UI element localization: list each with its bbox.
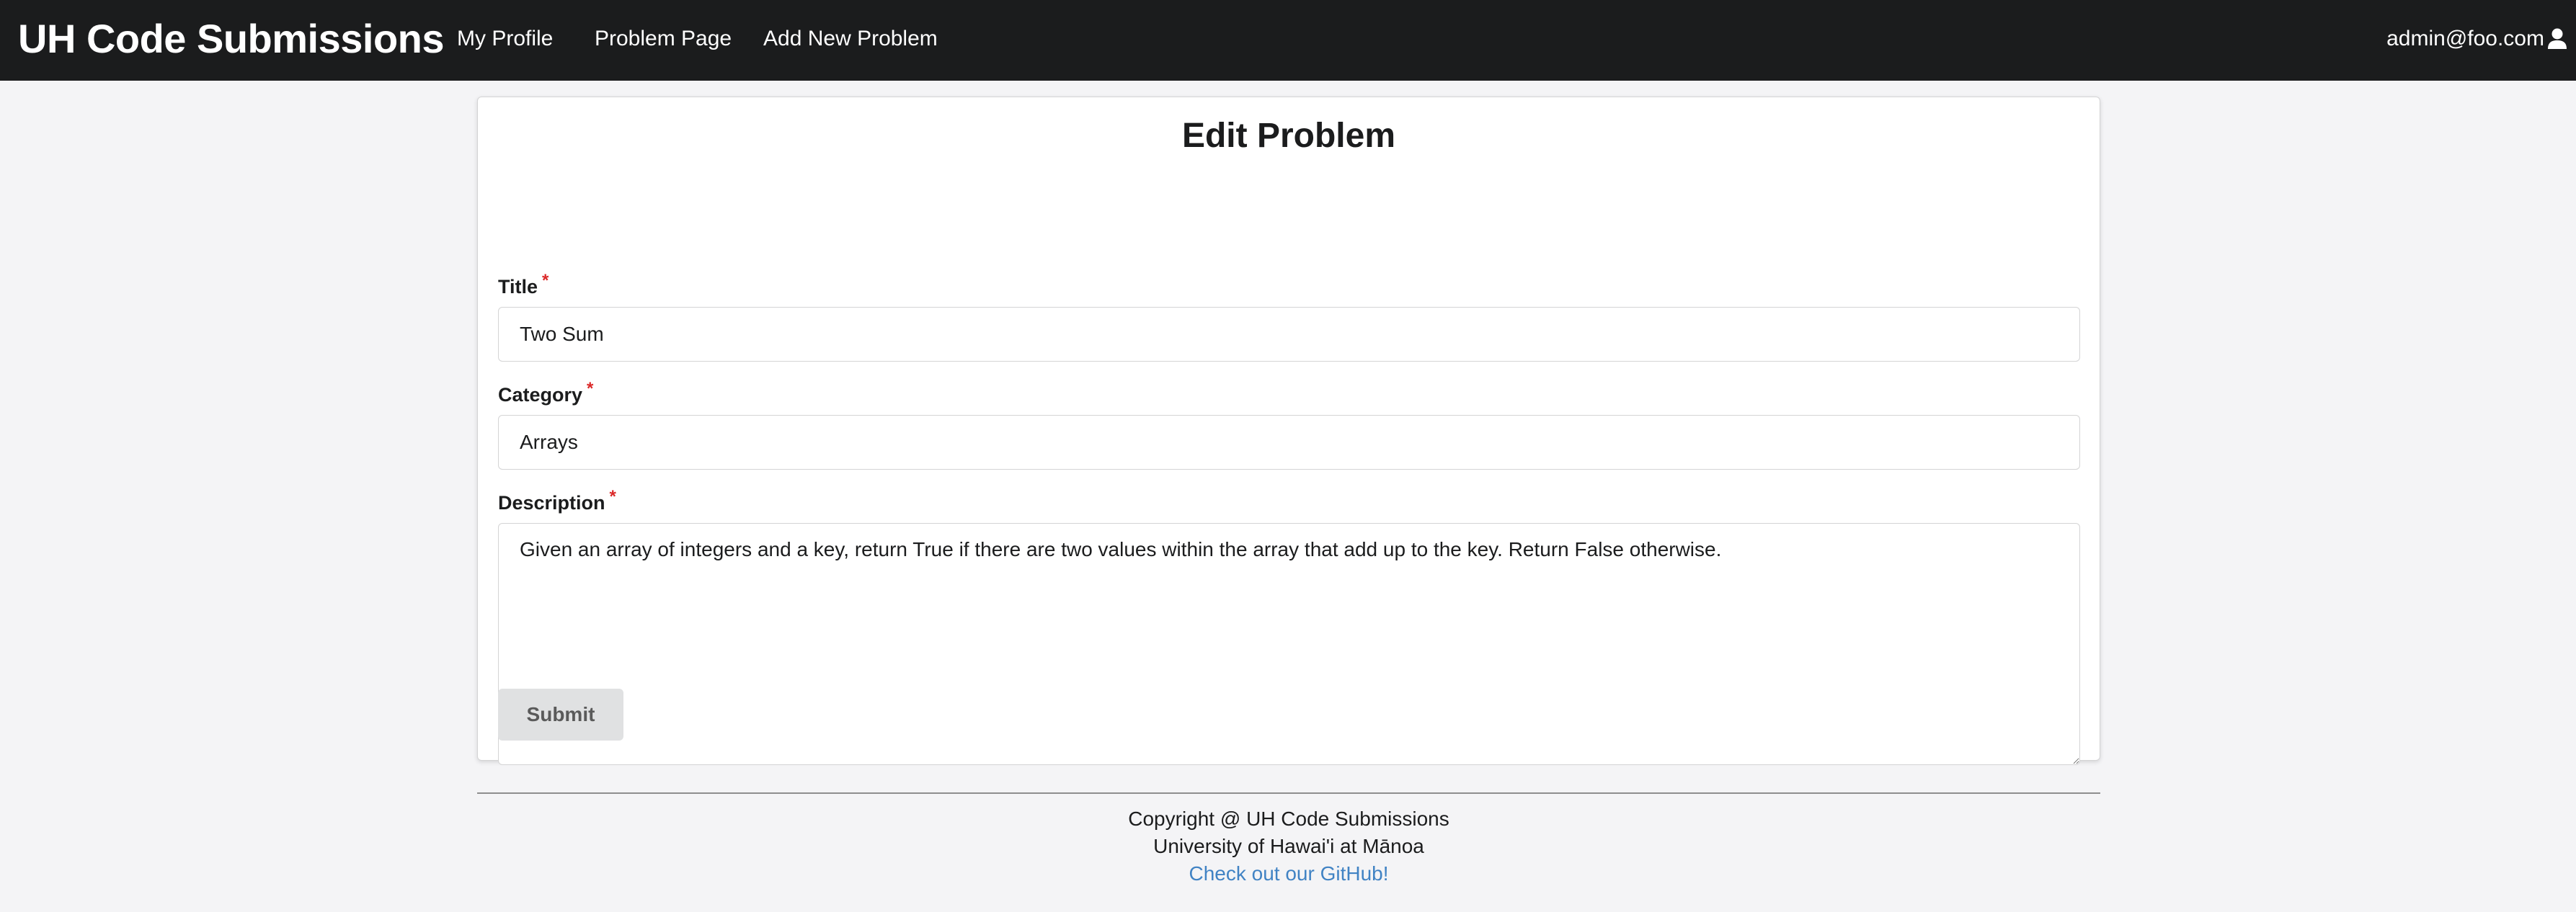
footer-divider	[477, 792, 2100, 794]
title-label-text: Title	[498, 276, 538, 298]
footer-copyright: Copyright @ UH Code Submissions	[1128, 808, 1449, 830]
category-label-text: Category	[498, 384, 583, 406]
page-title: Edit Problem	[1181, 117, 1396, 155]
user-menu[interactable]: admin@foo.com	[2386, 24, 2567, 53]
edit-problem-card: Edit Problem Title* Category* Descriptio…	[477, 97, 2100, 765]
nav-problem-page[interactable]: Problem Page	[595, 24, 732, 53]
user-email: admin@foo.com	[2386, 27, 2544, 50]
submit-button[interactable]: Submit	[498, 689, 623, 741]
brand-title[interactable]: UH Code Submissions	[18, 13, 445, 65]
user-icon	[2547, 28, 2567, 50]
github-link[interactable]: Check out our GitHub!	[477, 861, 2100, 887]
category-input[interactable]	[498, 415, 2080, 470]
nav-my-profile[interactable]: My Profile	[457, 24, 553, 53]
required-marker: *	[587, 379, 594, 398]
title-input[interactable]	[498, 307, 2080, 362]
required-marker: *	[542, 271, 549, 290]
description-label-text: Description	[498, 492, 605, 514]
nav-add-new-problem[interactable]: Add New Problem	[763, 24, 938, 53]
category-label: Category *	[498, 379, 593, 408]
description-textarea[interactable]: Given an array of integers and a key, re…	[498, 523, 2080, 765]
description-label: Description *	[498, 487, 616, 517]
title-label: Title *	[498, 271, 549, 300]
top-navbar: UH Code Submissions My Profile Problem P…	[0, 0, 2576, 81]
footer-university: University of Hawai'i at Mānoa	[1153, 835, 1424, 857]
required-marker: *	[609, 487, 616, 506]
